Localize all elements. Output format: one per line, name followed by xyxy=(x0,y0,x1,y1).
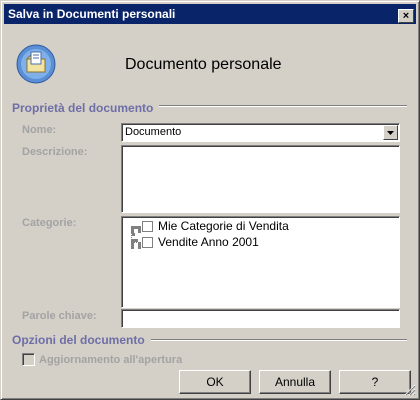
window-title: Salva in Documenti personali xyxy=(8,7,176,21)
category-checkbox[interactable] xyxy=(142,237,153,248)
update-on-open-label: Aggiornamento all'apertura xyxy=(39,354,183,366)
tree-connector xyxy=(131,226,141,230)
cancel-button[interactable]: Annulla xyxy=(259,370,331,394)
category-label: Vendite Anno 2001 xyxy=(158,235,259,249)
name-label: Nome: xyxy=(22,124,57,136)
save-dialog: Salva in Documenti personali × Documento… xyxy=(0,0,420,400)
help-button[interactable]: ? xyxy=(339,370,411,394)
keywords-label: Parole chiave: xyxy=(22,310,97,322)
ok-button[interactable]: OK xyxy=(179,370,251,394)
keywords-input[interactable] xyxy=(121,309,400,328)
description-label: Descrizione: xyxy=(22,146,88,158)
dialog-heading: Documento personale xyxy=(125,56,282,73)
categories-tree[interactable]: Mie Categorie di Vendita Vendite Anno 20… xyxy=(121,216,400,308)
name-value: Documento xyxy=(125,126,182,138)
chevron-down-icon xyxy=(387,130,394,135)
section-divider xyxy=(151,339,407,341)
category-label: Mie Categorie di Vendita xyxy=(158,219,289,233)
title-bar[interactable]: Salva in Documenti personali × xyxy=(4,4,416,24)
categories-label: Categorie: xyxy=(22,217,77,229)
options-section-title: Opzioni del documento xyxy=(12,333,151,347)
folder-document-icon xyxy=(16,44,56,84)
section-divider xyxy=(151,105,407,107)
properties-section-title: Proprietà del documento xyxy=(12,101,160,115)
description-textarea[interactable] xyxy=(121,145,400,213)
category-checkbox[interactable] xyxy=(142,221,153,232)
close-button[interactable]: × xyxy=(398,9,414,23)
name-dropdown-button[interactable] xyxy=(383,125,398,140)
update-on-open-checkbox[interactable] xyxy=(22,353,35,366)
resize-grip-icon[interactable] xyxy=(404,384,416,396)
name-combobox[interactable]: Documento xyxy=(121,123,400,142)
close-icon: × xyxy=(402,9,410,22)
tree-connector xyxy=(131,242,141,246)
